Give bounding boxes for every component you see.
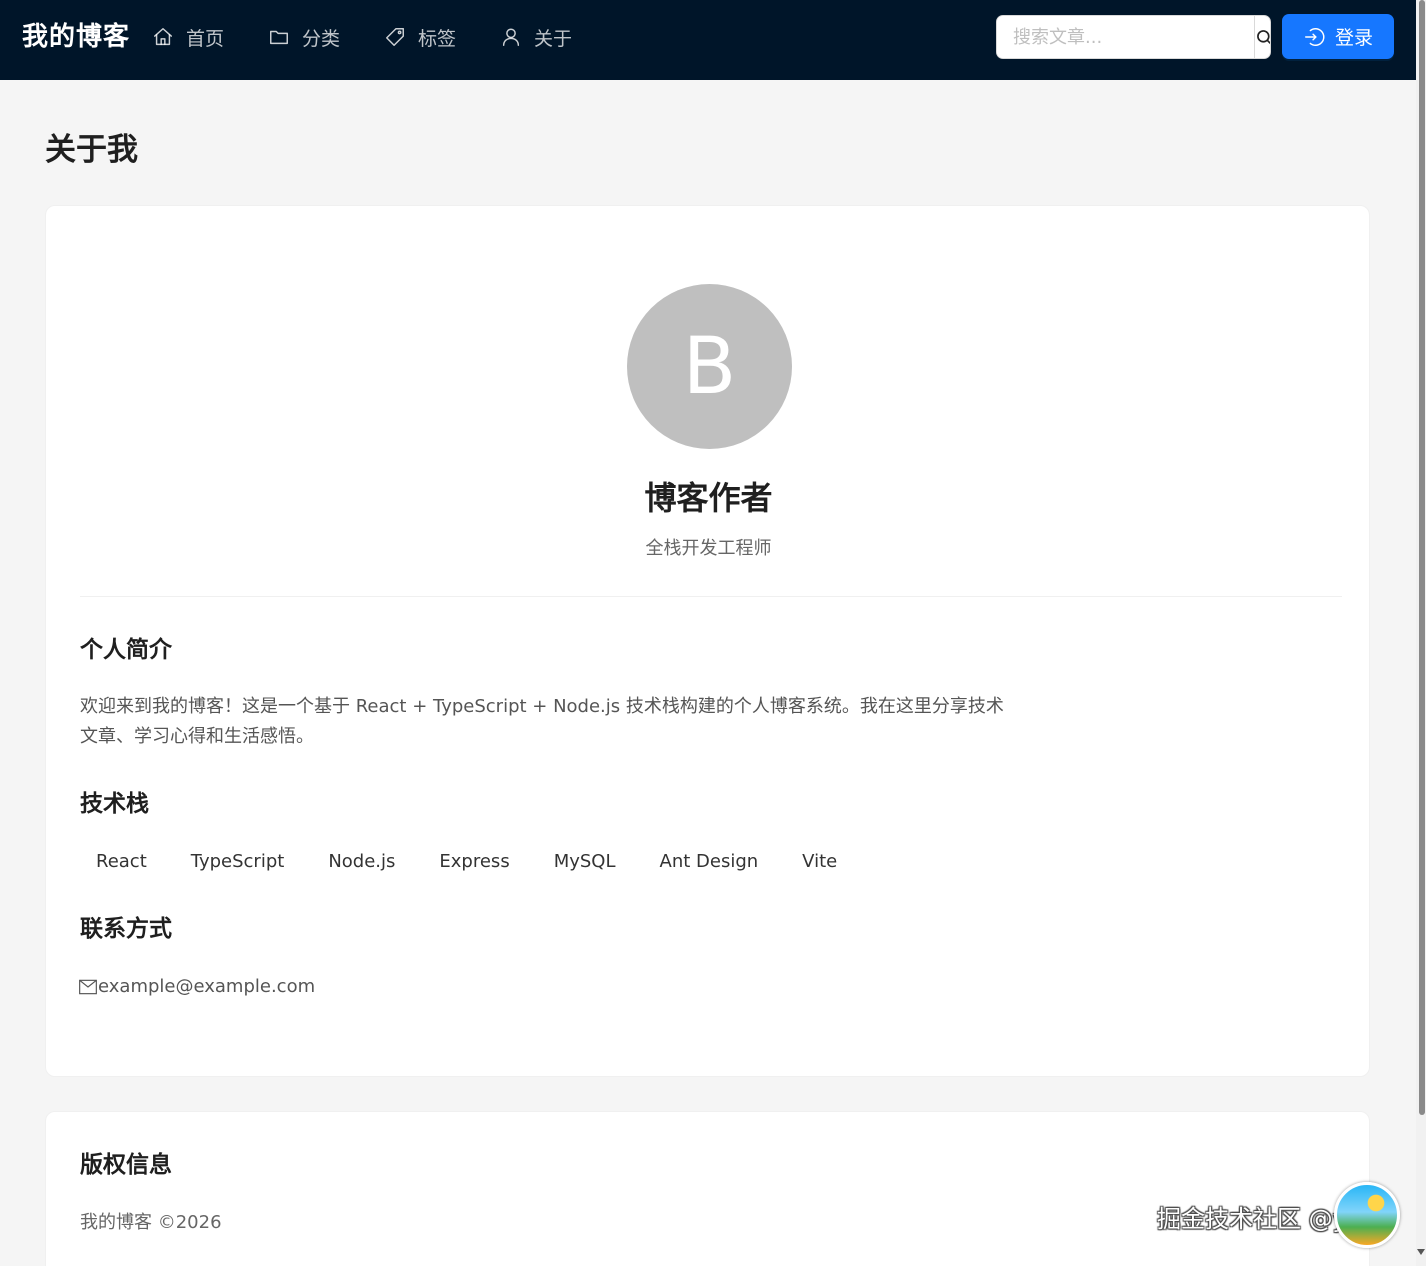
nav-label-categories: 分类 — [302, 27, 341, 50]
author-role: 全栈开发工程师 — [645, 538, 772, 559]
nav-label-home: 首页 — [186, 27, 225, 50]
folder-icon — [270, 30, 288, 45]
contact-email-link[interactable]: example@example.com — [78, 974, 315, 1000]
login-button[interactable]: 登录 — [1282, 14, 1394, 59]
tech-tag[interactable]: TypeScript — [175, 846, 301, 878]
nav-item-tags[interactable]: 标签 — [384, 20, 456, 54]
search-button[interactable] — [1254, 16, 1270, 58]
home-icon — [154, 28, 172, 46]
tech-title: 技术栈 — [80, 791, 149, 817]
tech-tag[interactable]: Node.js — [312, 846, 411, 878]
nav-label-about: 关于 — [534, 27, 573, 50]
tech-tag[interactable]: Express — [423, 846, 525, 878]
contact-title: 联系方式 — [80, 916, 172, 942]
copyright-title: 版权信息 — [80, 1152, 172, 1178]
avatar: B — [627, 284, 792, 449]
tech-tag-list: React TypeScript Node.js Express MySQL A… — [80, 846, 865, 878]
tech-tag[interactable]: MySQL — [538, 846, 632, 878]
mail-icon — [79, 979, 97, 995]
tech-tag[interactable]: React — [80, 846, 163, 878]
copyright-card: 版权信息 我的博客 ©2026 — [45, 1111, 1370, 1266]
page-title: 关于我 — [45, 132, 138, 168]
scrollbar-thumb[interactable] — [1419, 0, 1425, 1115]
login-label: 登录 — [1334, 27, 1373, 49]
divider — [80, 596, 1342, 597]
main-nav: 首页 分类 标签 关于 — [152, 20, 616, 54]
search-icon — [1257, 30, 1270, 45]
tag-icon — [386, 28, 405, 46]
intro-text: 欢迎来到我的博客！这是一个基于 React + TypeScript + Nod… — [80, 696, 1004, 747]
search-input[interactable] — [997, 16, 1254, 58]
nav-label-tags: 标签 — [418, 27, 457, 50]
author-name: 博客作者 — [644, 479, 773, 517]
nav-item-about[interactable]: 关于 — [500, 20, 572, 54]
watermark-logo — [1334, 1182, 1400, 1248]
nav-item-home[interactable]: 首页 — [152, 20, 224, 54]
site-brand[interactable]: 我的博客 — [22, 18, 130, 56]
about-card: B 博客作者 全栈开发工程师 个人简介 欢迎来到我的博客！这是一个基于 Reac… — [45, 205, 1370, 1077]
copyright-text: 我的博客 ©2026 — [80, 1212, 222, 1233]
tech-tag[interactable]: Ant Design — [644, 846, 775, 878]
login-icon — [1305, 27, 1325, 46]
tech-tag[interactable]: Vite — [786, 846, 853, 878]
contact-email: example@example.com — [98, 976, 316, 997]
top-navbar: 我的博客 首页 分类 标签 关于 登录 — [0, 0, 1416, 80]
nav-item-categories[interactable]: 分类 — [268, 20, 340, 54]
user-icon — [502, 28, 520, 46]
search-box — [996, 15, 1271, 59]
intro-title: 个人简介 — [80, 637, 172, 663]
scroll-down-arrow-icon[interactable] — [1417, 1249, 1425, 1255]
